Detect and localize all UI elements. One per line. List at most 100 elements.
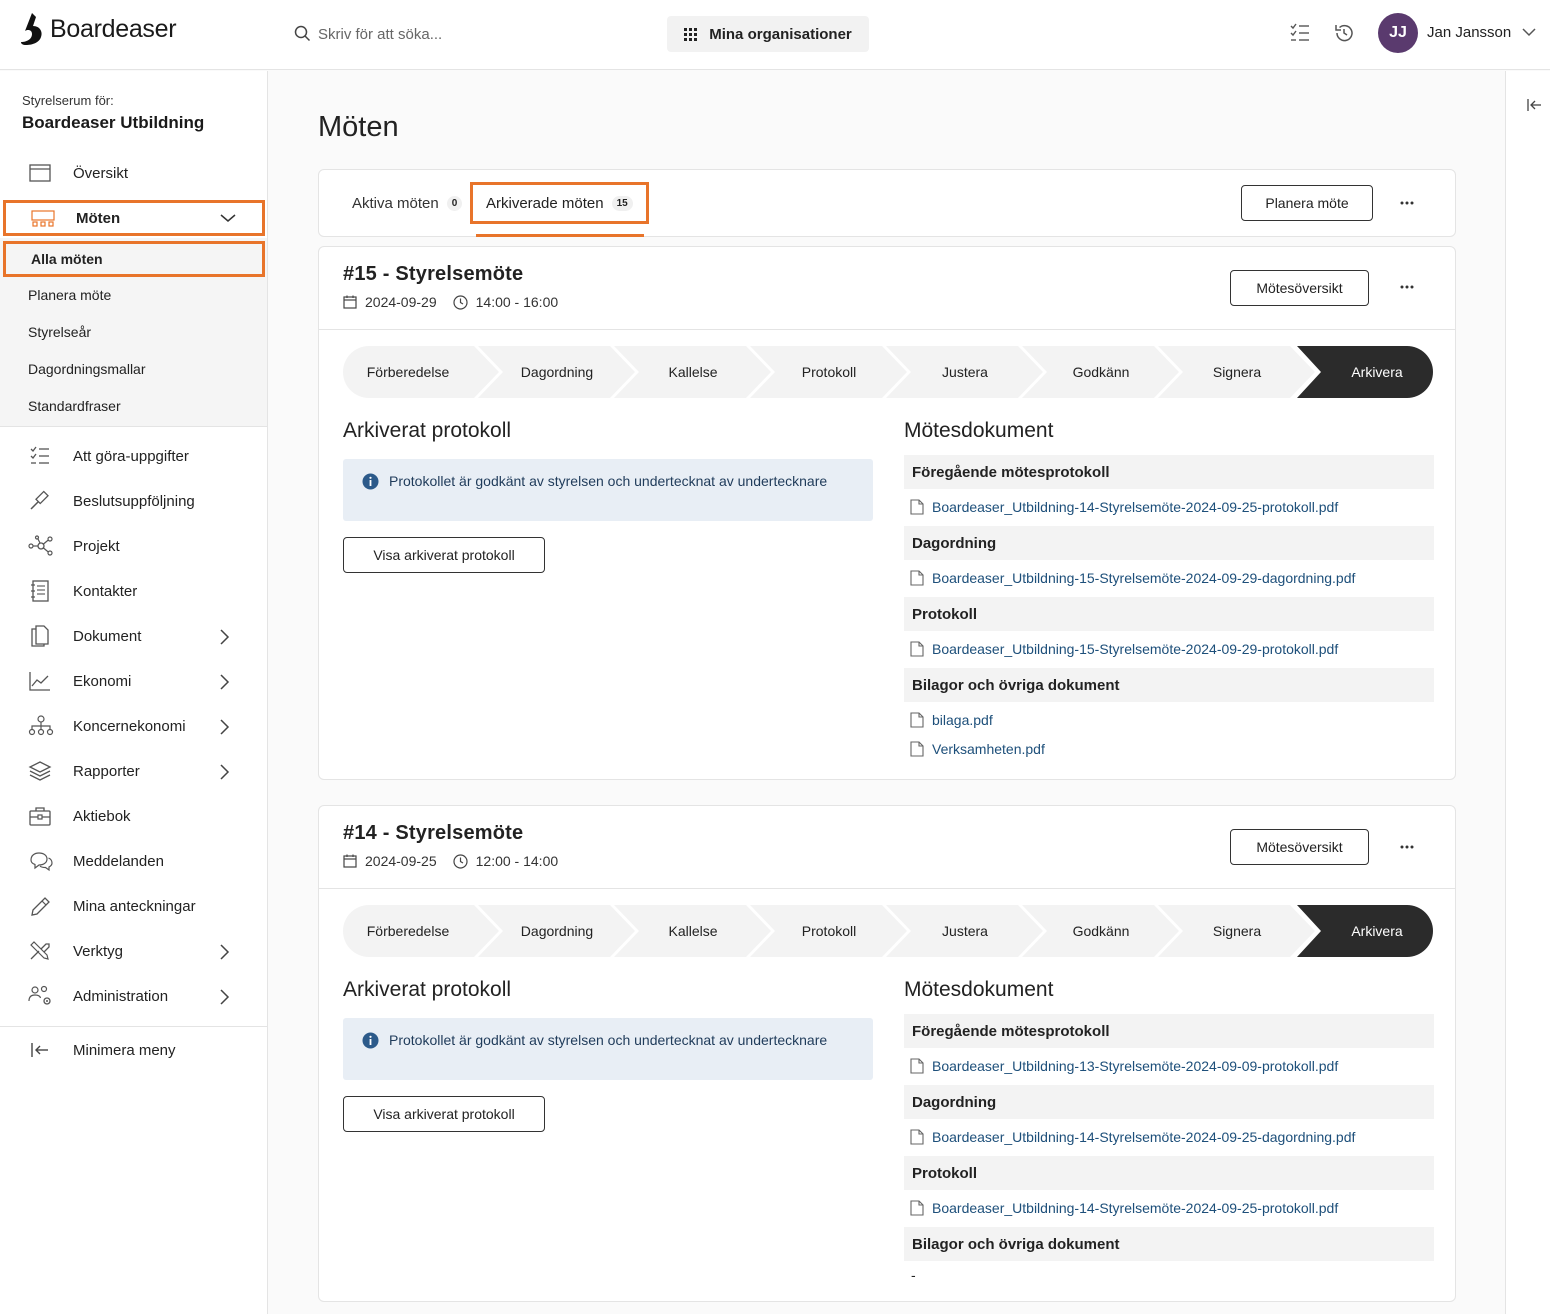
submenu-item-plan-meeting[interactable]: Planera möte <box>0 277 267 313</box>
my-organisations-button[interactable]: Mina organisationer <box>667 16 869 52</box>
sidebar-item-reports[interactable]: Rapporter <box>0 749 267 793</box>
view-archived-minutes-button[interactable]: Visa arkiverat protokoll <box>343 1096 545 1132</box>
pdf-file-link[interactable]: Boardeaser_Utbildning-15-Styrelsemöte-20… <box>910 567 1355 589</box>
tab-active-meetings[interactable]: Aktiva möten 0 <box>352 170 463 236</box>
sidebar-divider <box>0 426 267 427</box>
submenu-item-board-year[interactable]: Styrelseår <box>0 314 267 350</box>
info-box: Protokollet är godkänt av styrelsen och … <box>343 459 873 521</box>
submenu-item-label: Planera möte <box>28 287 112 303</box>
sidebar-item-label: Aktiebok <box>73 807 131 825</box>
step-preparation[interactable]: Förberedelse <box>343 346 473 398</box>
step-agenda[interactable]: Dagordning <box>491 905 623 957</box>
sidebar-item-overview[interactable]: Översikt <box>0 151 267 195</box>
user-name[interactable]: Jan Jansson <box>1427 24 1511 41</box>
more-options-icon[interactable] <box>1399 200 1415 206</box>
sidebar-item-administration[interactable]: Administration <box>0 974 267 1018</box>
more-options-icon[interactable] <box>1399 844 1415 850</box>
sidebar-item-economy[interactable]: Ekonomi <box>0 659 267 703</box>
step-invitation[interactable]: Kallelse <box>627 346 759 398</box>
meeting-overview-button[interactable]: Mötesöversikt <box>1230 270 1369 306</box>
boardeaser-logo[interactable]: Boardeaser <box>20 12 177 46</box>
minimize-menu-button[interactable]: Minimera meny <box>0 1028 267 1072</box>
sidebar-item-my-notes[interactable]: Mina anteckningar <box>0 884 267 928</box>
pdf-file-link[interactable]: Boardeaser_Utbildning-14-Styrelsemöte-20… <box>910 496 1338 518</box>
meeting-card: #15 - Styrelsemöte 2024-09-29 14:00 - 16… <box>318 246 1456 780</box>
search-input[interactable] <box>318 20 638 48</box>
tab-archived-meetings[interactable]: Arkiverade möten 15 <box>470 182 649 224</box>
step-archive[interactable]: Arkivera <box>1311 346 1443 398</box>
tab-count-badge: 15 <box>611 195 633 211</box>
step-minutes[interactable]: Protokoll <box>763 905 895 957</box>
pdf-file-link[interactable]: Boardeaser_Utbildning-14-Styrelsemöte-20… <box>910 1126 1355 1148</box>
sidebar-item-projects[interactable]: Projekt <box>0 524 267 568</box>
collapse-panel-icon[interactable] <box>1526 97 1542 113</box>
pdf-file-link[interactable]: Boardeaser_Utbildning-14-Styrelsemöte-20… <box>910 1197 1338 1219</box>
sidebar-item-messages[interactable]: Meddelanden <box>0 839 267 883</box>
pdf-file-link[interactable]: Verksamheten.pdf <box>910 738 1045 760</box>
sidebar-item-label: Meddelanden <box>73 852 164 870</box>
meeting-progress-stepper: Förberedelse Dagordning Kallelse Protoko… <box>343 346 1433 398</box>
step-approve[interactable]: Godkänn <box>1035 346 1167 398</box>
step-approve[interactable]: Godkänn <box>1035 905 1167 957</box>
logo-icon <box>21 13 42 45</box>
tab-label: Aktiva möten <box>352 194 439 212</box>
calendar-icon <box>343 295 357 309</box>
file-name: Boardeaser_Utbildning-14-Styrelsemöte-20… <box>932 499 1339 515</box>
sidebar-item-label: Rapporter <box>73 762 140 780</box>
sidebar-item-label: Beslutsuppföljning <box>73 492 195 510</box>
step-agenda[interactable]: Dagordning <box>491 346 623 398</box>
step-adjust[interactable]: Justera <box>899 905 1031 957</box>
step-invitation[interactable]: Kallelse <box>627 905 759 957</box>
file-name: bilaga.pdf <box>932 712 993 728</box>
step-adjust[interactable]: Justera <box>899 346 1031 398</box>
sidebar-item-decision-followup[interactable]: Beslutsuppföljning <box>0 479 267 523</box>
step-sign[interactable]: Signera <box>1171 346 1303 398</box>
board-room-label: Styrelserum för: <box>22 93 114 108</box>
avatar[interactable]: JJ <box>1378 13 1418 53</box>
pdf-file-link[interactable]: bilaga.pdf <box>910 709 993 731</box>
view-archived-minutes-button[interactable]: Visa arkiverat protokoll <box>343 537 545 573</box>
step-minutes[interactable]: Protokoll <box>763 346 895 398</box>
meeting-title[interactable]: #14 - Styrelsemöte <box>343 822 523 845</box>
step-sign[interactable]: Signera <box>1171 905 1303 957</box>
pdf-file-icon <box>910 712 924 728</box>
submenu-item-all-meetings[interactable]: Alla möten <box>3 241 265 277</box>
chevron-down-icon[interactable] <box>1522 27 1536 37</box>
briefcase-icon <box>29 807 51 826</box>
search-icon[interactable] <box>294 25 311 42</box>
sidebar-item-label: Ekonomi <box>73 672 132 690</box>
sidebar-item-meetings[interactable]: Möten <box>3 200 265 236</box>
info-icon <box>362 473 379 490</box>
sidebar-item-label: Verktyg <box>73 942 124 960</box>
calendar-icon <box>343 854 357 868</box>
meeting-title[interactable]: #15 - Styrelsemöte <box>343 263 523 286</box>
sidebar-item-tasks[interactable]: Att göra-uppgifter <box>0 434 267 478</box>
file-name: Verksamheten.pdf <box>932 741 1045 757</box>
more-options-icon[interactable] <box>1399 284 1415 290</box>
plan-meeting-button[interactable]: Planera möte <box>1241 185 1373 221</box>
doc-section-heading: Bilagor och övriga dokument <box>904 1227 1434 1261</box>
meeting-table-icon <box>31 210 55 227</box>
info-box: Protokollet är godkänt av styrelsen och … <box>343 1018 873 1080</box>
tasks-icon[interactable] <box>1289 22 1311 44</box>
pdf-file-link[interactable]: Boardeaser_Utbildning-13-Styrelsemöte-20… <box>910 1055 1338 1077</box>
active-tab-indicator <box>476 234 644 237</box>
sidebar-item-label: Koncernekonomi <box>73 717 186 735</box>
meeting-time: 14:00 - 16:00 <box>475 294 559 310</box>
submenu-item-agenda-templates[interactable]: Dagordningsmallar <box>0 351 267 387</box>
sidebar-item-share-register[interactable]: Aktiebok <box>0 794 267 838</box>
step-archive[interactable]: Arkivera <box>1311 905 1443 957</box>
sidebar-item-contacts[interactable]: Kontakter <box>0 569 267 613</box>
history-icon[interactable] <box>1333 22 1355 44</box>
sidebar-item-label: Projekt <box>73 537 120 555</box>
meeting-overview-button[interactable]: Mötesöversikt <box>1230 829 1369 865</box>
pdf-file-icon <box>910 1058 924 1074</box>
sidebar-item-documents[interactable]: Dokument <box>0 614 267 658</box>
step-preparation[interactable]: Förberedelse <box>343 905 473 957</box>
submenu-item-standard-phrases[interactable]: Standardfraser <box>0 388 267 424</box>
pdf-file-link[interactable]: Boardeaser_Utbildning-15-Styrelsemöte-20… <box>910 638 1338 660</box>
users-gear-icon <box>28 985 51 1005</box>
tab-label: Arkiverade möten <box>486 194 604 212</box>
sidebar-item-tools[interactable]: Verktyg <box>0 929 267 973</box>
sidebar-item-group-economy[interactable]: Koncernekonomi <box>0 704 267 748</box>
